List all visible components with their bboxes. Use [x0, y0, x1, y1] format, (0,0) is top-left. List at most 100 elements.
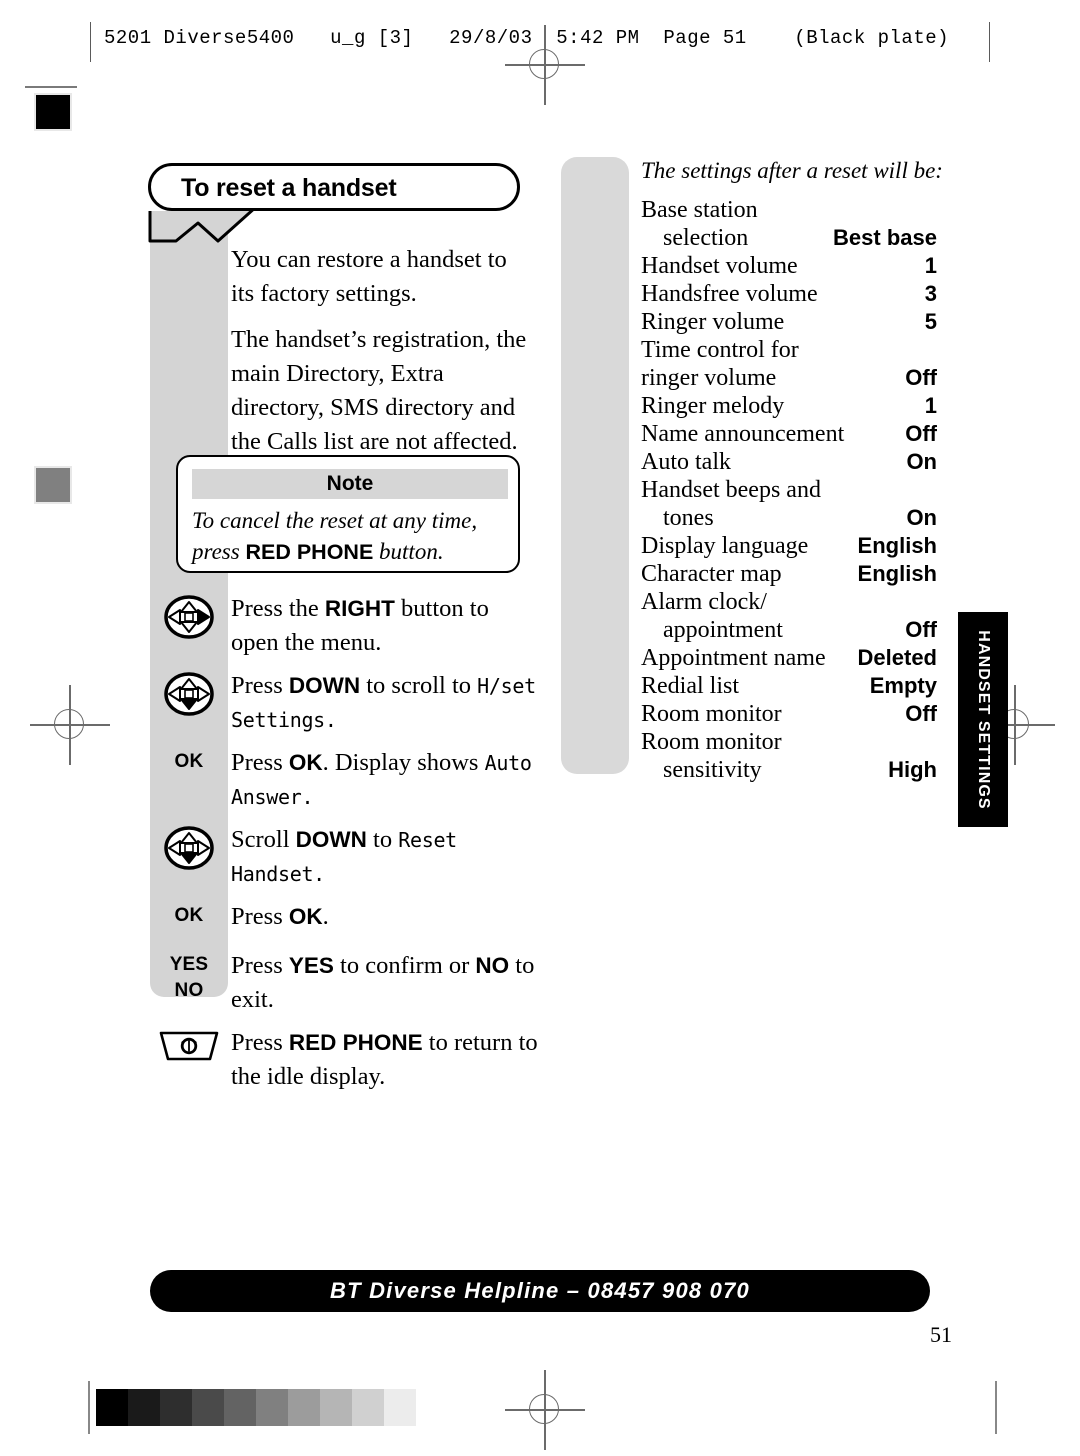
step-emphasis: OK — [288, 750, 323, 775]
step-item: Press DOWN to scroll to H/set Settings. — [150, 669, 540, 737]
setting-label: Ringer volume — [641, 309, 785, 335]
step-text: Press the RIGHT button to open the menu. — [228, 592, 540, 660]
calibration-swatch — [128, 1389, 160, 1426]
page-title: To reset a handset — [181, 174, 397, 202]
step-text-segment: Press — [231, 952, 289, 979]
setting-row: Character map English — [641, 560, 937, 588]
setting-label: Appointment name — [641, 645, 826, 671]
setting-label: sensitivity — [663, 757, 762, 783]
calibration-swatch — [256, 1389, 288, 1426]
setting-value: Empty — [869, 673, 937, 698]
setting-row: Room monitor Off — [641, 700, 937, 728]
setting-value: Off — [905, 617, 937, 642]
setting-value: High — [888, 757, 937, 782]
note-line-2-prefix: press — [192, 539, 246, 564]
step-text-segment: Press — [231, 1029, 289, 1056]
setting-value: 1 — [924, 253, 937, 278]
step-emphasis: RED PHONE — [288, 1030, 423, 1055]
calibration-swatch — [224, 1389, 256, 1426]
step-text: Press DOWN to scroll to H/set Settings. — [228, 669, 540, 737]
step-text: Press YES to confirm or NO to exit. — [228, 949, 540, 1017]
margin-rule-top — [25, 86, 77, 88]
setting-row: Handsfree volume 3 — [641, 280, 937, 308]
setting-value: 3 — [924, 281, 937, 306]
setting-row: sensitivity High — [641, 756, 937, 784]
red-phone-key-icon — [150, 1026, 228, 1066]
setting-row: ringer volume Off — [641, 364, 937, 392]
intro-text: You can restore a handset to its factory… — [231, 243, 531, 471]
setting-row: Handset volume 1 — [641, 252, 937, 280]
step-item: YES NO Press YES to confirm or NO to exit. — [150, 949, 540, 1017]
setting-label: Handsfree volume — [641, 281, 818, 307]
key-label-pair: YES NO — [170, 952, 209, 1004]
registration-crosshair-left — [30, 685, 110, 765]
setting-value: 5 — [924, 309, 937, 334]
calibration-swatch — [352, 1389, 384, 1426]
setting-value: On — [906, 505, 937, 530]
calibration-swatch — [320, 1389, 352, 1426]
header-rule-right — [989, 22, 990, 62]
nav-down-icon — [150, 669, 228, 716]
setting-value: Off — [905, 701, 937, 726]
step-text-segment: Press — [231, 749, 289, 776]
setting-label: ringer volume — [641, 365, 777, 391]
note-box: Note To cancel the reset at any time, pr… — [176, 455, 520, 573]
setting-label: Base station — [641, 197, 758, 223]
setting-label: Display language — [641, 533, 809, 559]
setting-value: Off — [905, 365, 937, 390]
step-item: Press the RIGHT button to open the menu. — [150, 592, 540, 660]
settings-list: Base station selection Best base Handset vo… — [641, 196, 937, 784]
note-red-phone-emphasis: RED PHONE — [245, 540, 374, 564]
step-emphasis: DOWN — [288, 673, 361, 698]
setting-row: Handset beeps and — [641, 476, 937, 504]
step-emphasis: DOWN — [295, 827, 367, 852]
step-text: Scroll DOWN to Reset Handset. — [228, 823, 540, 891]
step-text-segment: Scroll — [231, 826, 296, 853]
setting-row: Room monitor — [641, 728, 937, 756]
setting-label: Character map — [641, 561, 782, 587]
helpline-banner: BT Diverse Helpline – 08457 908 070 — [150, 1270, 930, 1312]
side-tab-label: HANDSET SETTINGS — [975, 629, 992, 810]
step-item: Press RED PHONE to return to the idle di… — [150, 1026, 540, 1094]
setting-value: English — [857, 533, 937, 558]
setting-label: Room monitor — [641, 729, 782, 755]
setting-row: Redial list Empty — [641, 672, 937, 700]
step-text-segment: Press the — [231, 595, 325, 622]
registration-crosshair-bottom — [505, 1370, 585, 1450]
setting-row: Time control for — [641, 336, 937, 364]
nav-right-icon — [150, 592, 228, 639]
step-item: OK Press OK. Display shows Auto Answer. — [150, 746, 540, 814]
intro-paragraph-1: You can restore a handset to its factory… — [231, 246, 507, 307]
registration-crosshair-top — [505, 25, 585, 105]
side-tab-handset-settings: HANDSET SETTINGS — [958, 612, 1008, 827]
key-label: OK — [174, 905, 204, 926]
step-text: Press RED PHONE to return to the idle di… — [228, 1026, 540, 1094]
step-text-segment: to confirm or — [333, 952, 476, 979]
calibration-rule-right — [995, 1381, 997, 1434]
step-text-segment: Press — [231, 672, 289, 699]
setting-row: Ringer melody 1 — [641, 392, 937, 420]
setting-row: Auto talk On — [641, 448, 937, 476]
setting-label: tones — [663, 505, 714, 531]
step-text-segment: to — [366, 826, 399, 853]
calibration-swatch — [96, 1389, 128, 1426]
setting-row: Alarm clock/ — [641, 588, 937, 616]
step-text-segment: Press — [231, 903, 289, 930]
setting-row: Appointment name Deleted — [641, 644, 937, 672]
step-emphasis: NO — [475, 953, 510, 978]
step-item: Scroll DOWN to Reset Handset. — [150, 823, 540, 891]
setting-row: Ringer volume 5 — [641, 308, 937, 336]
calibration-swatch — [192, 1389, 224, 1426]
nav-down-icon — [150, 823, 228, 870]
manual-page: 5201 Diverse5400 u_g [3] 29/8/03 5:42 PM… — [0, 0, 1080, 1456]
calibration-rule-left — [88, 1381, 90, 1434]
setting-label: Redial list — [641, 673, 739, 699]
setting-label: selection — [663, 225, 749, 251]
setting-label: Room monitor — [641, 701, 782, 727]
key-label-no: NO — [174, 980, 204, 1001]
setting-value: 1 — [924, 393, 937, 418]
grayscale-calibration-strip — [96, 1389, 416, 1426]
setting-row: appointment Off — [641, 616, 937, 644]
step-emphasis: RIGHT — [324, 596, 395, 621]
setting-label: Handset beeps and — [641, 477, 821, 503]
